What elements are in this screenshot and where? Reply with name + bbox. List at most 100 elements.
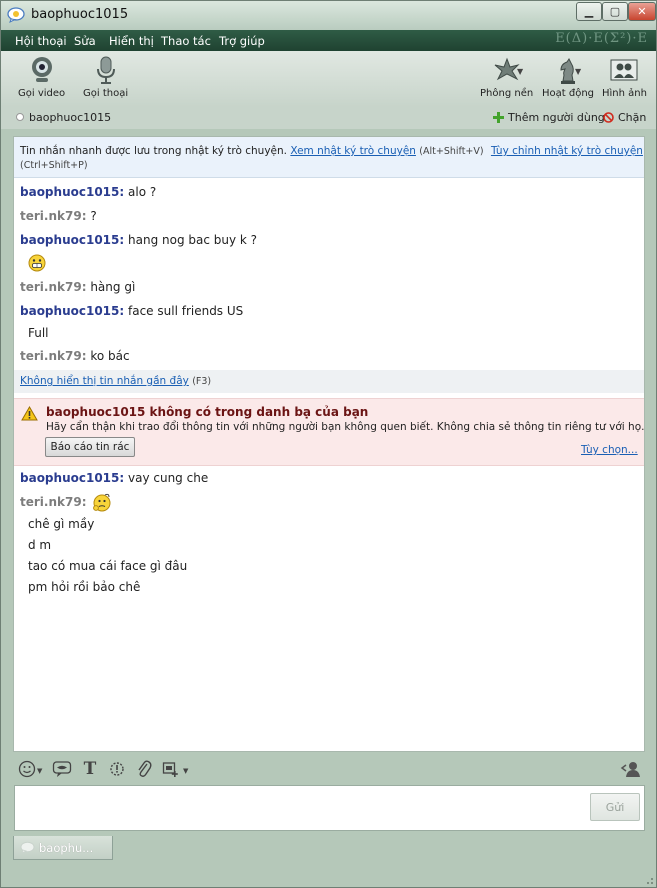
menu-decoration: E(Δ)·E(Σ²)·E — [555, 31, 648, 46]
hide-recent-bar: Không hiển thị tin nhắn gần đây (F3) — [14, 370, 644, 393]
message-sender: baophuoc1015: — [20, 233, 125, 247]
menu-edit[interactable]: Sửa — [74, 34, 96, 48]
menu-bar: Hội thoại Sửa Hiển thị Thao tác Trợ giúp… — [1, 30, 656, 51]
message-continuation: pm hỏi rồi bảo chê — [28, 580, 141, 594]
message-row: baophuoc1015: face sull friends US — [20, 304, 243, 318]
attach-file-button[interactable] — [134, 759, 154, 779]
activities-caret-icon[interactable]: ▼ — [575, 67, 581, 76]
photo-people-icon — [610, 59, 638, 81]
message-sender: baophuoc1015: — [20, 304, 125, 318]
smiley-icon — [18, 760, 36, 778]
tab-label: baophu... — [39, 840, 94, 855]
activities-button[interactable]: Hoạt động — [542, 55, 594, 99]
grin-emoticon-icon — [28, 254, 46, 272]
message-text: vay cung che — [128, 471, 209, 485]
send-button[interactable]: Gửi — [590, 793, 640, 821]
activities-label: Hoạt động — [542, 88, 595, 99]
report-spam-button[interactable]: Báo cáo tin rác — [45, 437, 135, 457]
message-text: ? — [90, 209, 97, 223]
chat-bubble-icon — [20, 841, 35, 854]
menu-conversation[interactable]: Hội thoại — [15, 34, 67, 48]
chat-history[interactable]: Tin nhắn nhanh được lưu trong nhật ký tr… — [13, 136, 645, 752]
contact-name[interactable]: baophuoc1015 — [29, 111, 111, 124]
emoticon-picker-button[interactable] — [17, 759, 37, 779]
speech-lips-icon — [52, 761, 72, 777]
user-silhouette-icon — [620, 762, 640, 777]
nudge-icon — [110, 762, 124, 776]
warning-body: Hãy cẩn thận khi trao đổi thông tin với … — [46, 421, 645, 433]
nudge-button[interactable] — [107, 759, 127, 779]
customize-log-link[interactable]: Tùy chỉnh nhật ký trò chuyện — [491, 145, 643, 157]
window-title: baophuoc1015 — [31, 7, 129, 22]
insert-caret-icon[interactable]: ▼ — [183, 767, 188, 775]
view-log-shortcut: (Alt+Shift+V) — [419, 146, 484, 157]
microphone-icon — [96, 56, 115, 84]
background-label: Phông nền — [480, 88, 534, 99]
message-text: face sull friends US — [128, 304, 244, 318]
log-info-text: Tin nhắn nhanh được lưu trong nhật ký tr… — [20, 145, 288, 157]
message-row: teri.nk79: hàng gì — [20, 280, 135, 294]
pictures-button[interactable]: Hình ảnh — [602, 55, 647, 99]
message-continuation: Full — [28, 326, 49, 340]
conversation-tab-bar: baophu... — [1, 835, 656, 887]
emoticon-caret-icon[interactable]: ▼ — [37, 767, 42, 775]
voice-call-label: Gọi thoại — [83, 88, 129, 99]
pictures-label: Hình ảnh — [602, 88, 647, 99]
plus-icon — [493, 112, 504, 123]
log-info-banner: Tin nhắn nhanh được lưu trong nhật ký tr… — [14, 137, 644, 178]
resize-grip-icon[interactable] — [644, 875, 654, 885]
webcam-icon — [31, 57, 52, 82]
message-row: teri.nk79: — [20, 493, 111, 512]
view-log-link[interactable]: Xem nhật ký trò chuyện — [290, 145, 416, 157]
message-row: teri.nk79: ko bác — [20, 349, 130, 363]
menu-view[interactable]: Hiển thị — [109, 34, 154, 48]
message-sender: baophuoc1015: — [20, 185, 125, 199]
message-text: hang nog bac buy k ? — [128, 233, 258, 247]
paperclip-icon — [138, 760, 152, 777]
audible-button[interactable] — [52, 759, 72, 779]
insert-picture-icon — [162, 762, 178, 777]
background-button[interactable]: Phông nền — [480, 55, 533, 99]
close-button[interactable]: ✕ — [628, 2, 656, 21]
menu-actions[interactable]: Thao tác — [161, 34, 211, 48]
add-user-label: Thêm người dùng — [508, 111, 605, 124]
conversation-tab[interactable]: baophu... — [13, 836, 113, 860]
customize-log-shortcut: (Ctrl+Shift+P) — [20, 160, 88, 171]
voice-call-button[interactable]: Gọi thoại — [83, 55, 128, 99]
yahoo-messenger-icon — [7, 7, 25, 23]
message-sender: teri.nk79: — [20, 349, 87, 363]
contact-details-button[interactable] — [620, 759, 640, 779]
message-row: teri.nk79: ? — [20, 209, 97, 223]
message-input[interactable]: Gửi — [14, 785, 645, 831]
add-user-button[interactable]: Thêm người dùng — [493, 111, 605, 124]
message-sender: teri.nk79: — [20, 495, 87, 509]
background-caret-icon[interactable]: ▼ — [517, 67, 523, 76]
options-link[interactable]: Tùy chọn... — [581, 444, 638, 456]
thinking-emoticon-icon — [93, 493, 111, 512]
message-text: alo ? — [128, 185, 157, 199]
not-in-contacts-warning: baophuoc1015 không có trong danh bạ của … — [14, 398, 644, 466]
video-call-label: Gọi video — [18, 88, 66, 99]
hide-recent-link[interactable]: Không hiển thị tin nhắn gần đây — [20, 375, 189, 387]
maximize-button[interactable]: ▢ — [602, 2, 628, 21]
message-row: baophuoc1015: vay cung che — [20, 471, 208, 485]
insert-menu-button[interactable] — [161, 759, 181, 779]
message-row: baophuoc1015: hang nog bac buy k ? — [20, 233, 257, 247]
menu-help[interactable]: Trợ giúp — [219, 34, 265, 48]
contact-bar: baophuoc1015 Thêm người dùng Chặn — [1, 107, 656, 129]
message-continuation: chê gì mầy — [28, 517, 95, 531]
message-sender: baophuoc1015: — [20, 471, 125, 485]
message-sender: teri.nk79: — [20, 280, 87, 294]
video-call-button[interactable]: Gọi video — [18, 55, 65, 99]
block-icon — [603, 112, 614, 123]
message-text: hàng gì — [90, 280, 136, 294]
block-label: Chặn — [618, 111, 647, 124]
hide-recent-shortcut: (F3) — [192, 376, 212, 387]
message-row: baophuoc1015: alo ? — [20, 185, 156, 199]
text-format-button[interactable]: T — [80, 759, 100, 779]
minimize-button[interactable]: ▁ — [576, 2, 602, 21]
title-bar[interactable]: baophuoc1015 ▁ ▢ ✕ — [1, 1, 656, 30]
block-button[interactable]: Chặn — [603, 111, 646, 124]
message-continuation: d m — [28, 538, 52, 552]
status-icon — [16, 113, 24, 121]
